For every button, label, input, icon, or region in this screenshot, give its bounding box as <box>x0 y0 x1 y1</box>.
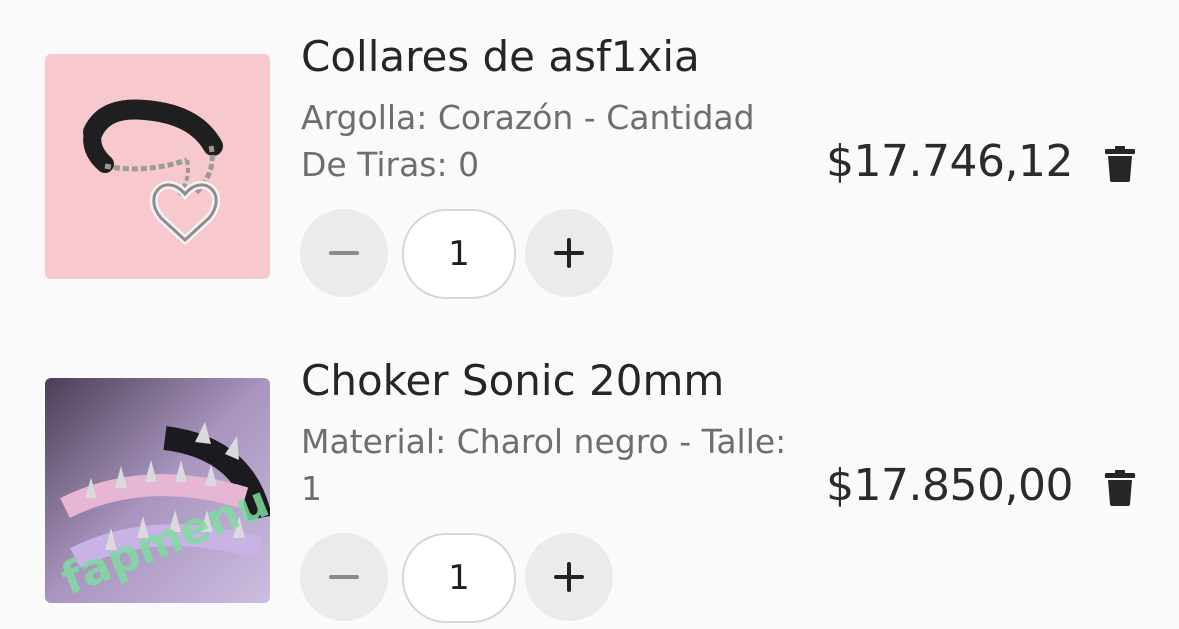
decrease-quantity-button[interactable] <box>300 209 388 297</box>
increase-quantity-button[interactable] <box>525 533 613 621</box>
variant-line: De Tiras: 0 <box>301 145 480 184</box>
product-thumbnail[interactable]: fapmenu.com <box>45 378 270 603</box>
product-title[interactable]: Choker Sonic 20mm <box>301 354 724 408</box>
trash-icon <box>1105 470 1135 506</box>
trash-icon <box>1105 146 1135 182</box>
variant-line: Material: Charol negro - Talle: <box>301 422 787 461</box>
item-price: $17.850,00 <box>826 460 1073 511</box>
cart-item: Collares de asf1xia Argolla: Corazón - C… <box>0 0 1179 300</box>
decrease-quantity-button[interactable] <box>300 533 388 621</box>
product-variant: Material: Charol negro - Talle: 1 <box>301 418 831 512</box>
delete-item-button[interactable] <box>1104 470 1136 506</box>
product-title[interactable]: Collares de asf1xia <box>301 30 700 84</box>
variant-line: Argolla: Corazón - Cantidad <box>301 98 755 137</box>
item-price: $17.746,12 <box>826 136 1073 187</box>
minus-icon <box>329 575 359 579</box>
delete-item-button[interactable] <box>1104 146 1136 182</box>
plus-icon <box>554 562 584 592</box>
variant-line: 1 <box>301 469 322 508</box>
product-thumbnail[interactable] <box>45 54 270 279</box>
quantity-input[interactable] <box>402 209 516 299</box>
increase-quantity-button[interactable] <box>525 209 613 297</box>
quantity-input[interactable] <box>402 533 516 623</box>
collar-heart-image <box>45 54 270 279</box>
minus-icon <box>329 251 359 255</box>
plus-icon <box>554 238 584 268</box>
product-variant: Argolla: Corazón - Cantidad De Tiras: 0 <box>301 94 831 188</box>
cart-list: Collares de asf1xia Argolla: Corazón - C… <box>0 0 1179 629</box>
cart-item: fapmenu.com Choker Sonic 20mm Material: … <box>0 324 1179 624</box>
spiked-choker-image: fapmenu.com <box>45 378 270 603</box>
